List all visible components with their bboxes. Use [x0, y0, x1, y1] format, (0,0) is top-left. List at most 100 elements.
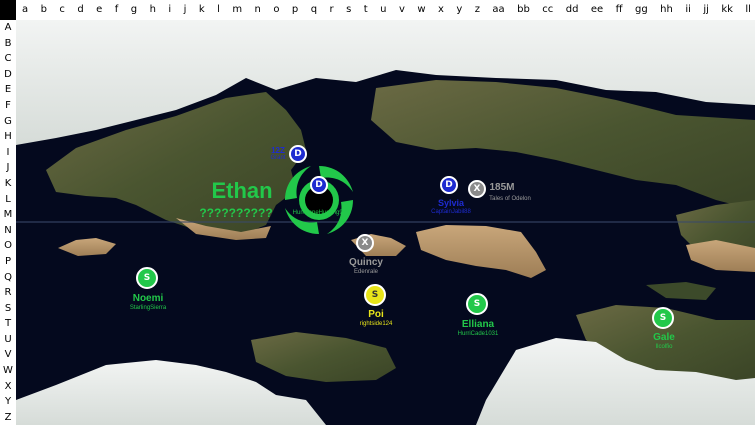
storm-marker: S: [136, 267, 158, 289]
storm-symbol: D: [294, 149, 302, 159]
column-label: i: [168, 4, 172, 15]
storm-symbol: X: [473, 184, 481, 194]
hurricane-icon: [285, 166, 353, 234]
row-label: P: [4, 255, 12, 267]
column-label: g: [130, 4, 138, 15]
column-label: b: [40, 4, 47, 15]
storm-marker: S: [466, 293, 488, 315]
column-label: bb: [517, 4, 530, 15]
column-label: jj: [703, 4, 709, 15]
central-island: [416, 225, 546, 278]
row-label: A: [4, 22, 12, 33]
terrain-layer: [16, 20, 755, 425]
storm-marker: D: [440, 176, 458, 194]
column-label: a: [22, 4, 29, 15]
storm-marker: S: [652, 307, 674, 329]
column-label: u: [380, 4, 387, 15]
row-label: I: [6, 146, 10, 158]
row-label: C: [4, 53, 12, 65]
storm-username: Ilcolfio: [655, 344, 673, 350]
storm-username: Tales of Odelon: [489, 196, 531, 202]
column-label: t: [363, 4, 368, 15]
row-label: M: [3, 209, 13, 221]
row-label: W: [3, 365, 13, 377]
storm-name: Elliana: [461, 319, 495, 330]
row-label: B: [4, 37, 12, 49]
east-strip: [646, 282, 716, 300]
storm-username: rightside124: [359, 321, 393, 327]
storm-username: Grant: [270, 155, 286, 161]
storm-name: Poi: [368, 309, 384, 320]
row-label: Z: [4, 411, 12, 423]
storm-symbol: S: [473, 299, 481, 309]
storm-symbol: D: [445, 180, 453, 190]
column-label: n: [254, 4, 261, 15]
row-label: U: [4, 333, 12, 345]
storm-username: Edenrale: [353, 269, 379, 275]
column-label: cc: [542, 4, 554, 15]
row-label: K: [4, 177, 12, 189]
column-label: dd: [565, 4, 579, 15]
storm-marker-ethan: D: [310, 176, 328, 194]
column-label: c: [59, 4, 65, 15]
row-labels: ABCDEFGHIJKLMNOPQRSTUVWXYZ: [0, 20, 16, 425]
column-label: e: [96, 4, 103, 15]
column-label: z: [474, 4, 480, 15]
row-label: J: [6, 162, 10, 174]
column-label: kk: [721, 4, 733, 15]
column-label: ee: [590, 4, 604, 15]
storm-symbol: S: [143, 273, 151, 283]
column-label: s: [346, 4, 352, 15]
column-label: w: [417, 4, 426, 15]
storm-subtitle: ??????????: [199, 206, 273, 220]
row-label: S: [4, 302, 12, 314]
row-label: F: [5, 99, 11, 111]
storm-name: Noemi: [132, 293, 164, 304]
column-label: l: [217, 4, 220, 15]
column-label: o: [273, 4, 280, 15]
row-label: V: [4, 349, 12, 361]
storm-name: 185M: [489, 182, 515, 193]
column-label: v: [398, 4, 405, 15]
column-label: f: [114, 4, 119, 15]
row-label: L: [5, 193, 11, 205]
column-label: ff: [615, 4, 623, 15]
storm-name: Quincy: [349, 257, 383, 268]
column-label: k: [198, 4, 205, 15]
storm-symbol: X: [361, 238, 369, 248]
storm-marker: S: [364, 284, 386, 306]
storm-symbol: D: [315, 180, 323, 190]
storm-marker: X: [356, 234, 374, 252]
storm-name: Sylvia: [437, 198, 465, 208]
storm-marker: D: [289, 145, 307, 163]
row-label: X: [4, 380, 12, 392]
column-label: r: [329, 4, 334, 15]
column-label: ii: [685, 4, 691, 15]
storm-marker: X: [468, 180, 486, 198]
storm-symbol: S: [659, 313, 667, 323]
column-label: x: [437, 4, 444, 15]
row-label: Y: [4, 396, 12, 408]
column-label: q: [310, 4, 318, 15]
column-label: m: [232, 4, 243, 15]
column-label: h: [149, 4, 156, 15]
storm-username: HurriCade1031: [457, 331, 499, 337]
row-label: E: [4, 84, 12, 96]
storm-name: 12Z: [271, 146, 285, 155]
row-label: Q: [4, 271, 12, 283]
row-label: H: [4, 131, 12, 143]
column-label: j: [183, 4, 187, 15]
storm-name: Ethan: [211, 178, 273, 203]
row-label: T: [4, 318, 12, 330]
column-label: ll: [745, 4, 751, 15]
row-label: G: [4, 115, 12, 127]
column-label: aa: [492, 4, 505, 15]
world-map[interactable]: Ethan ?????????? HurricaneHunting999 D D…: [16, 20, 755, 425]
row-label: R: [4, 287, 12, 299]
column-label: p: [291, 4, 299, 15]
south-continent-left: [251, 332, 396, 382]
west-islet: [58, 238, 116, 256]
row-label: D: [4, 68, 12, 80]
storm-username: StarlingSierra: [129, 305, 167, 311]
row-label: O: [4, 240, 12, 252]
